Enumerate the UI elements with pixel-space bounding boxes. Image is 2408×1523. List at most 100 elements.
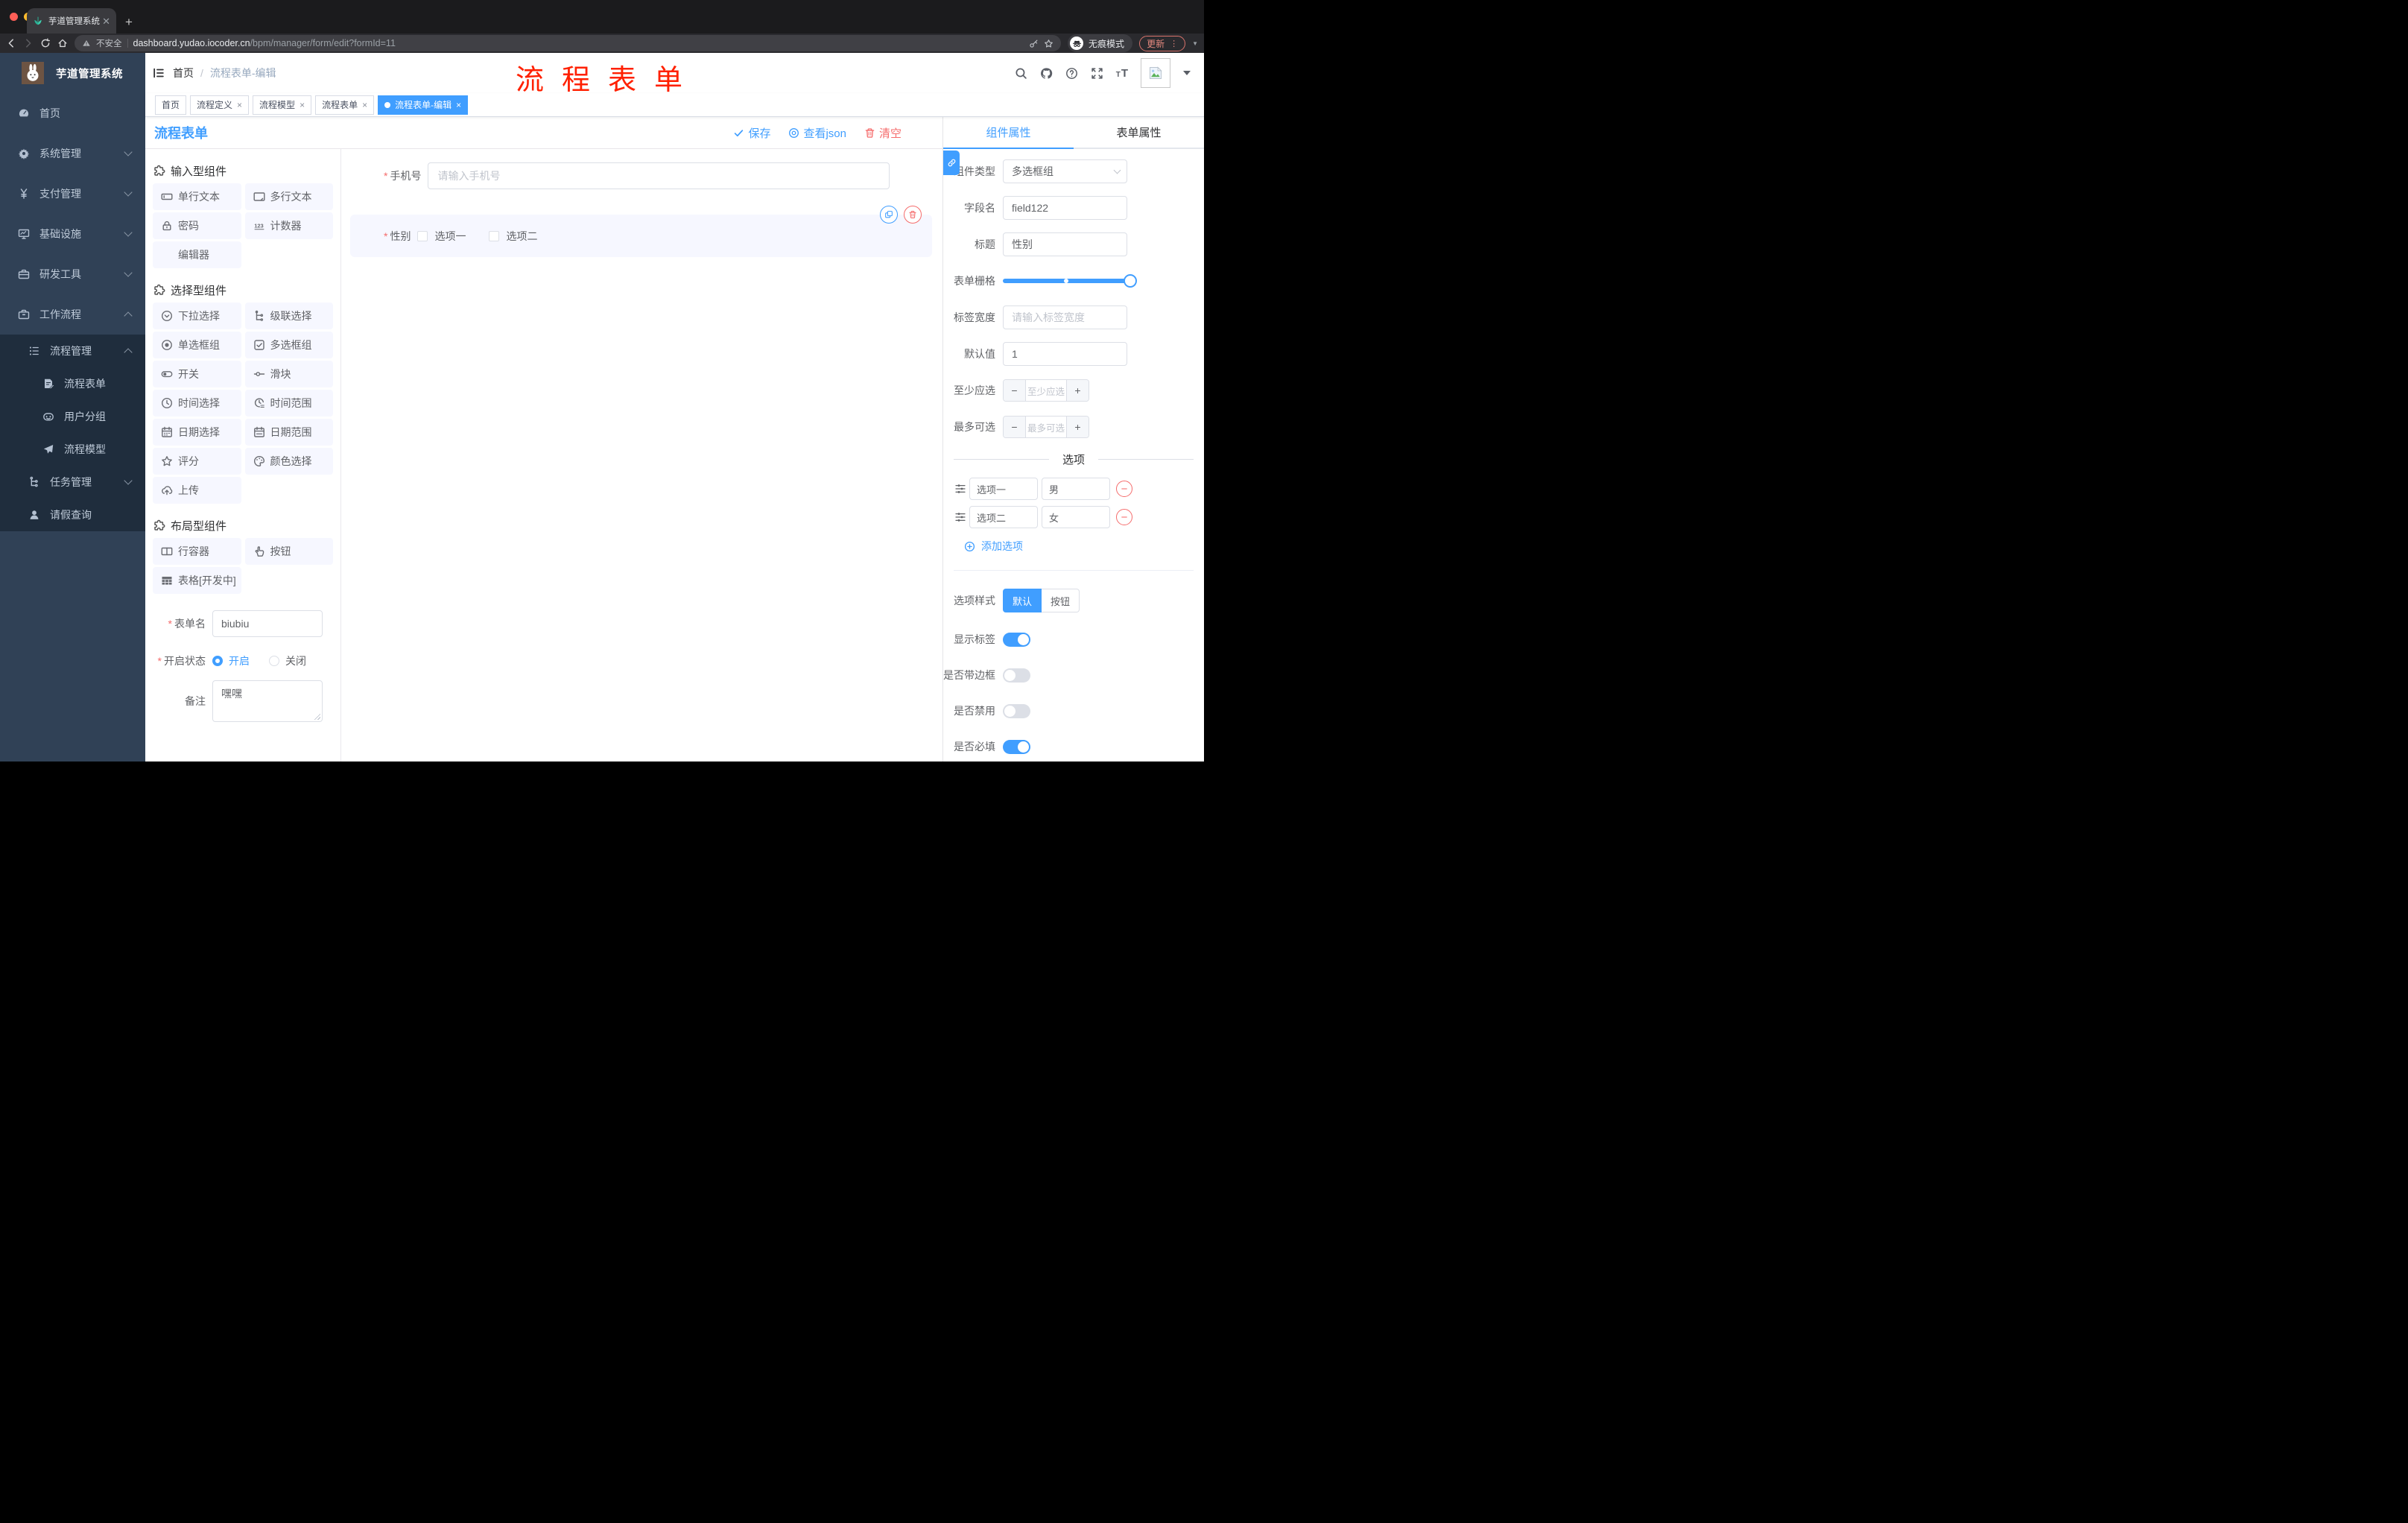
option-value-input[interactable]: 女 xyxy=(1042,506,1110,528)
font-size-icon[interactable]: TT xyxy=(1116,68,1128,79)
sidebar-item-请假查询[interactable]: 请假查询 xyxy=(0,498,145,531)
tab-组件属性[interactable]: 组件属性 xyxy=(943,117,1074,149)
palette-item-颜色选择[interactable]: 颜色选择 xyxy=(244,448,333,475)
tag-view-流程表单-编辑[interactable]: 流程表单-编辑 × xyxy=(378,95,469,115)
address-bar[interactable]: 不安全 dashboard.yudao.iocoder.cn/bpm/manag… xyxy=(75,35,1062,51)
radio-option-关闭[interactable]: 关闭 xyxy=(269,653,306,668)
decrease-button[interactable]: − xyxy=(1004,380,1025,401)
radio-option-开启[interactable]: 开启 xyxy=(212,653,250,668)
reload-icon[interactable] xyxy=(40,38,51,48)
help-icon[interactable] xyxy=(1065,67,1078,80)
style-option-按钮[interactable]: 按钮 xyxy=(1042,589,1080,612)
grid-slider[interactable] xyxy=(1003,274,1137,288)
github-icon[interactable] xyxy=(1040,67,1053,80)
app-logo[interactable]: 芋道管理系统 xyxy=(0,53,145,93)
new-tab-button[interactable]: + xyxy=(125,16,133,28)
default-value-input[interactable]: 1 xyxy=(1003,342,1127,366)
palette-item-日期选择[interactable]: 日期选择 xyxy=(153,419,241,446)
increase-button[interactable]: + xyxy=(1067,380,1089,401)
phone-input[interactable]: 请输入手机号 xyxy=(428,162,890,189)
label-width-input[interactable]: 请输入标签宽度 xyxy=(1003,305,1127,329)
sidebar-item-流程管理[interactable]: 流程管理 xyxy=(0,335,145,367)
tag-view-流程模型[interactable]: 流程模型 × xyxy=(253,95,312,115)
increase-button[interactable]: + xyxy=(1067,417,1089,437)
palette-item-级联选择[interactable]: 级联选择 xyxy=(244,303,333,329)
palette-item-时间范围[interactable]: 时间范围 xyxy=(244,390,333,417)
option-label-input[interactable]: 选项一 xyxy=(969,478,1038,500)
save-button[interactable]: 保存 xyxy=(733,125,770,141)
toggle-是否带边框[interactable] xyxy=(1003,668,1030,683)
password-key-icon[interactable] xyxy=(1029,39,1039,48)
sidebar-item-流程表单[interactable]: 流程表单 xyxy=(0,367,145,400)
tag-close-icon[interactable]: × xyxy=(300,101,305,110)
palette-item-计数器[interactable]: 123 计数器 xyxy=(244,212,333,239)
palette-item-评分[interactable]: 评分 xyxy=(153,448,241,475)
tab-close-icon[interactable]: ✕ xyxy=(102,16,110,26)
drag-icon[interactable] xyxy=(954,511,966,523)
slider-handle[interactable] xyxy=(1124,274,1137,288)
palette-item-滑块[interactable]: 滑块 xyxy=(244,361,333,387)
view-json-button[interactable]: 查看json xyxy=(788,125,846,141)
chevron-down-icon[interactable]: ▼ xyxy=(1192,40,1198,47)
checkbox-icon[interactable] xyxy=(489,230,500,241)
add-option-button[interactable]: 添加选项 xyxy=(964,539,1204,554)
breadcrumb-home[interactable]: 首页 xyxy=(173,66,194,80)
palette-item-密码[interactable]: 密码 xyxy=(153,212,241,239)
min-select-input[interactable]: 至少应选 xyxy=(1025,380,1067,401)
remove-option-button[interactable]: − xyxy=(1116,481,1132,497)
security-label[interactable]: 不安全 xyxy=(96,37,122,49)
forward-icon[interactable] xyxy=(23,38,34,48)
avatar-caret-icon[interactable] xyxy=(1183,71,1191,75)
fullscreen-icon[interactable] xyxy=(1091,67,1103,80)
sidebar-item-系统管理[interactable]: 系统管理 xyxy=(0,133,145,174)
palette-item-表格[开发中][interactable]: 表格[开发中] xyxy=(153,567,241,594)
clear-button[interactable]: 清空 xyxy=(864,125,902,141)
back-icon[interactable] xyxy=(6,38,16,48)
sidebar-item-研发工具[interactable]: 研发工具 xyxy=(0,254,145,294)
palette-item-行容器[interactable]: 行容器 xyxy=(153,538,241,565)
palette-item-单选框组[interactable]: 单选框组 xyxy=(153,332,241,358)
toggle-显示标签[interactable] xyxy=(1003,632,1030,647)
tag-view-流程定义[interactable]: 流程定义 × xyxy=(190,95,250,115)
close-window-button[interactable] xyxy=(10,13,18,21)
sidebar-item-用户分组[interactable]: 用户分组 xyxy=(0,400,145,433)
palette-item-按钮[interactable]: 按钮 xyxy=(244,538,333,565)
option-label-input[interactable]: 选项二 xyxy=(969,506,1038,528)
canvas-field-gender-selected[interactable]: * 性别 选项一 选项二 xyxy=(350,206,932,257)
collapse-panel-tab[interactable] xyxy=(943,151,960,175)
tag-view-流程表单[interactable]: 流程表单 × xyxy=(315,95,375,115)
checkbox-icon[interactable] xyxy=(417,230,428,241)
option-value-input[interactable]: 男 xyxy=(1042,478,1110,500)
search-icon[interactable] xyxy=(1015,67,1027,80)
canvas-field-phone[interactable]: * 手机号 请输入手机号 xyxy=(384,162,942,189)
sidebar-toggle-icon[interactable] xyxy=(152,66,165,80)
sidebar-item-任务管理[interactable]: 任务管理 xyxy=(0,466,145,498)
title-input[interactable]: 性别 xyxy=(1003,232,1127,256)
checkbox-option-选项二[interactable]: 选项二 xyxy=(489,229,537,244)
checkbox-option-选项一[interactable]: 选项一 xyxy=(417,229,466,244)
avatar[interactable] xyxy=(1141,58,1170,88)
palette-item-多选框组[interactable]: 多选框组 xyxy=(244,332,333,358)
toggle-是否禁用[interactable] xyxy=(1003,703,1030,718)
tag-close-icon[interactable]: × xyxy=(456,101,461,110)
form-remark-textarea[interactable]: 嘿嘿 xyxy=(212,680,323,722)
style-option-默认[interactable]: 默认 xyxy=(1003,589,1042,612)
palette-item-开关[interactable]: 开关 xyxy=(153,361,241,387)
tag-view-首页[interactable]: 首页 xyxy=(155,95,187,115)
toggle-是否必填[interactable] xyxy=(1003,739,1030,754)
browser-menu-icon[interactable]: ⋮ xyxy=(1170,39,1178,48)
url-text[interactable]: dashboard.yudao.iocoder.cn/bpm/manager/f… xyxy=(133,38,1024,48)
field-name-input[interactable]: field122 xyxy=(1003,196,1127,220)
browser-tab[interactable]: 芋道管理系统 ✕ xyxy=(27,8,116,34)
palette-item-上传[interactable]: 上传 xyxy=(153,477,241,504)
palette-item-单行文本[interactable]: 单行文本 xyxy=(153,183,241,210)
palette-item-多行文本[interactable]: 多行文本 xyxy=(244,183,333,210)
sidebar-item-支付管理[interactable]: 支付管理 xyxy=(0,174,145,214)
drag-icon[interactable] xyxy=(954,483,966,495)
palette-item-下拉选择[interactable]: 下拉选择 xyxy=(153,303,241,329)
tab-表单属性[interactable]: 表单属性 xyxy=(1074,117,1204,148)
form-name-input[interactable]: biubiu xyxy=(212,610,323,637)
sidebar-item-流程模型[interactable]: 流程模型 xyxy=(0,433,145,466)
decrease-button[interactable]: − xyxy=(1004,417,1025,437)
tag-close-icon[interactable]: × xyxy=(237,101,242,110)
